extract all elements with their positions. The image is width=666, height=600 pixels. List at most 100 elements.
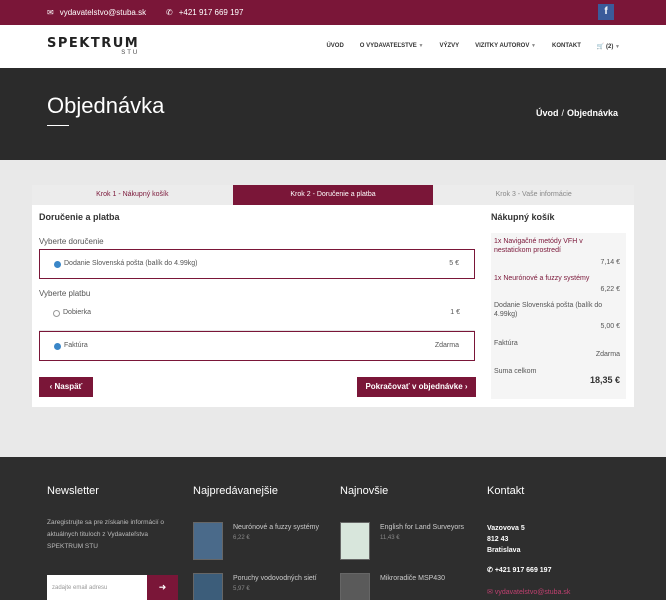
product-name[interactable]: Neurónové a fuzzy systémy [233, 522, 328, 533]
payment-option-label: Faktúra [64, 342, 88, 349]
newest-title: Najnovšie [340, 485, 389, 497]
book-cover-image[interactable] [340, 573, 370, 600]
arrow-right-icon[interactable]: ➜ [147, 575, 178, 600]
contact-email[interactable]: ✉ vydavatelstvo@stuba.sk [487, 587, 570, 598]
cart-total: Suma celkom 18,35 € [494, 367, 623, 385]
topbar-phone[interactable]: ✆ +421 917 669 197 [166, 8, 243, 17]
contact-zip: 812 43 [487, 536, 509, 543]
newsletter-email-input[interactable]: zadajte email adresu ➜ [47, 575, 178, 600]
cart-item-name[interactable]: 1x Neurónové a fuzzy systémy [494, 274, 623, 283]
cart-item-price: 7,14 € [600, 259, 620, 266]
chevron-down-icon: ▼ [418, 43, 424, 49]
cart-count: (2) [606, 44, 614, 50]
breadcrumb-current: Objednávka [566, 108, 618, 118]
continue-button[interactable]: Pokračovať v objednávke › [357, 377, 476, 397]
newsletter-title: Newsletter [47, 485, 99, 497]
cart-item-name: Faktúra [494, 340, 518, 347]
back-button[interactable]: ‹ Naspäť [39, 377, 93, 397]
site-logo[interactable]: SPEKTRUM STU [47, 36, 139, 56]
footer-newsletter: Newsletter Zaregistrujte sa pre získanie… [47, 485, 177, 553]
facebook-icon[interactable]: f [598, 4, 614, 20]
envelope-icon: ✉ [487, 589, 493, 596]
nav-menu: ÚVOD O VYDAVATEĽSTVE ▼ VÝZVY VIZITKY AUT… [326, 43, 620, 50]
payment-option-faktura[interactable]: Faktúra Zdarma [39, 331, 475, 361]
title-underline [47, 125, 69, 126]
book-cover-image[interactable] [340, 522, 370, 560]
bestsellers-title: Najpredávanejšie [193, 485, 278, 497]
cart-item: 1x Navigačné metódy VFH v nestatickom pr… [494, 237, 623, 266]
footer-newest: Najnovšie [340, 485, 388, 517]
delivery-option-note: (balík do 4.99kg) [145, 260, 198, 267]
chevron-down-icon: ▼ [531, 43, 536, 49]
contact-street: Vazovova 5 [487, 525, 525, 532]
cart-item-name: Dodanie Slovenská pošta (balík do 4.99kg… [494, 302, 603, 318]
cart-item-price: Zdarma [595, 351, 620, 358]
step-2[interactable]: Krok 2 - Doručenie a platba [232, 185, 434, 205]
contact-email-text: vydavatelstvo@stuba.sk [494, 589, 571, 596]
nav-item-label: VÝZVY [439, 43, 460, 49]
product-name[interactable]: Poruchy vodovodných sietí [233, 573, 328, 584]
topbar-email-text: vydavatelstvo@stuba.sk [59, 8, 147, 17]
main-nav: SPEKTRUM STU ÚVOD O VYDAVATEĽSTVE ▼ VÝZV… [0, 25, 666, 68]
step-3: Krok 3 - Vaše informácie [433, 185, 635, 205]
step-1[interactable]: Krok 1 - Nákupný košík [32, 185, 233, 205]
nav-item-vyzvy[interactable]: VÝZVY [439, 43, 459, 50]
cart-summary: 1x Navigačné metódy VFH v nestatickom pr… [491, 233, 626, 399]
contact-phone[interactable]: ✆ +421 917 669 197 [487, 565, 551, 576]
nav-item-label: O VYDAVATEĽSTVE [359, 43, 417, 49]
book-cover-image[interactable] [193, 573, 223, 600]
cart-item-price: 6,22 € [600, 286, 620, 293]
payment-label: Vyberte platbu [39, 289, 91, 298]
delivery-price: 5 € [449, 260, 459, 267]
payment-radio-dobierka[interactable] [53, 310, 60, 317]
book-cover-image[interactable] [193, 522, 223, 560]
nav-item-kontakt[interactable]: KONTAKT [552, 43, 581, 50]
newest-item[interactable]: Mikroradiče MSP430 [340, 573, 475, 600]
email-placeholder: zadajte email adresu [52, 585, 108, 591]
contact-phone-text: +421 917 669 197 [494, 567, 552, 574]
payment-radio-faktura[interactable] [54, 343, 61, 350]
nav-item-vizitky-autorov[interactable]: VIZITKY AUTOROV ▼ [475, 43, 536, 50]
nav-item-uvod[interactable]: ÚVOD [326, 43, 343, 50]
logo-main-text: SPEKTRUM [47, 36, 140, 51]
payment-option-price: 1 € [450, 309, 460, 316]
cart-item-name[interactable]: 1x Navigačné metódy VFH v nestatickom pr… [494, 237, 599, 255]
breadcrumb-home[interactable]: Úvod [536, 108, 559, 118]
delivery-option[interactable]: Dodanie Slovenská pošta (balík do 4.99kg… [39, 249, 475, 279]
phone-icon: ✆ [487, 567, 493, 574]
nav-item-o-vydavatelstve[interactable]: O VYDAVATEĽSTVE ▼ [360, 43, 424, 50]
nav-item-label: ÚVOD [326, 43, 344, 49]
site-footer: Newsletter Zaregistrujte sa pre získanie… [0, 457, 666, 600]
newest-item[interactable]: English for Land Surveyors 11,43 € [340, 522, 475, 560]
delivery-radio[interactable] [54, 261, 61, 268]
breadcrumb: Úvod / Objednávka [536, 108, 618, 118]
chevron-down-icon: ▼ [615, 44, 620, 50]
topbar-phone-text: +421 917 669 197 [178, 8, 244, 17]
product-price: 11,43 € [380, 535, 400, 541]
payment-option-dobierka[interactable]: Dobierka 1 € [39, 299, 475, 329]
topbar-email[interactable]: ✉ vydavatelstvo@stuba.sk [47, 8, 146, 17]
product-name[interactable]: English for Land Surveyors [380, 522, 475, 533]
delivery-label: Vyberte doručenie [39, 237, 104, 246]
footer-bestsellers: Najpredávanejšie [193, 485, 278, 517]
contact-city: Bratislava [487, 547, 521, 554]
contact-title: Kontakt [487, 485, 525, 497]
cart-item: Dodanie Slovenská pošta (balík do 4.99kg… [494, 301, 623, 330]
bestseller-item[interactable]: Neurónové a fuzzy systémy 6,22 € [193, 522, 328, 560]
phone-icon: ✆ [166, 8, 173, 17]
product-price: 5,97 € [233, 586, 250, 592]
product-price: 6,22 € [233, 535, 250, 541]
nav-cart[interactable]: 🛒 (2) ▼ [597, 43, 620, 50]
delivery-option-label: Dodanie Slovenská pošta [64, 260, 144, 267]
product-name[interactable]: Mikroradiče MSP430 [380, 573, 475, 584]
nav-item-label: VIZITKY AUTOROV [475, 43, 530, 49]
checkout-card: Krok 1 - Nákupný košík Krok 2 - Doručeni… [32, 185, 635, 407]
bestseller-item[interactable]: Poruchy vodovodných sietí 5,97 € [193, 573, 328, 600]
cart-title: Nákupný košík [491, 212, 555, 222]
nav-item-label: KONTAKT [551, 43, 581, 49]
page-hero: Objednávka Úvod / Objednávka [0, 68, 666, 160]
envelope-icon: ✉ [47, 8, 54, 17]
page-title: Objednávka [47, 93, 165, 118]
delivery-option-text: Dodanie Slovenská pošta (balík do 4.99kg… [64, 260, 198, 267]
checkout-steps: Krok 1 - Nákupný košík Krok 2 - Doručeni… [32, 185, 635, 205]
